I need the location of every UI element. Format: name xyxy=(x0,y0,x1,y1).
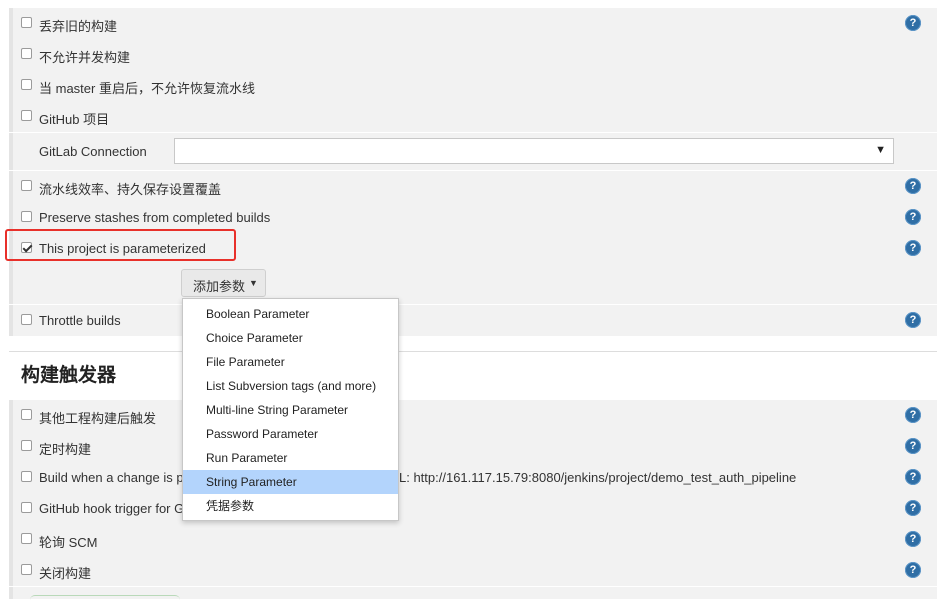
row-indicator xyxy=(9,431,13,462)
menu-item-boolean[interactable]: Boolean Parameter xyxy=(183,302,398,326)
option-row-no-resume: 当 master 重启后，不允许恢复流水线 xyxy=(9,70,937,101)
section-divider xyxy=(9,351,937,352)
option-row-pipeline-speed: 流水线效率、持久保存设置覆盖 ? xyxy=(9,171,937,202)
row-indicator xyxy=(9,39,13,70)
row-indicator xyxy=(9,101,13,132)
discard-old-label: 丢弃旧的构建 xyxy=(39,19,118,34)
row-indicator xyxy=(9,555,13,586)
row-indicator xyxy=(9,70,13,101)
add-parameter-label: 添加参数 xyxy=(193,279,246,294)
help-icon[interactable]: ? xyxy=(905,469,921,485)
parameter-area xyxy=(9,264,937,304)
help-icon[interactable]: ? xyxy=(905,178,921,194)
gitlab-connection-label: GitLab Connection xyxy=(39,144,147,159)
preserve-stashes-label: Preserve stashes from completed builds xyxy=(39,210,271,225)
trigger-row-scheduled: 定时构建 ? xyxy=(9,431,937,462)
help-icon[interactable]: ? xyxy=(905,240,921,256)
after-other-label: 其他工程构建后触发 xyxy=(39,411,157,426)
add-parameter-menu: Boolean Parameter Choice Parameter File … xyxy=(182,298,399,521)
row-indicator xyxy=(9,8,13,39)
github-project-label: GitHub 项目 xyxy=(39,112,110,127)
highlight-annotation-box xyxy=(5,229,236,261)
no-resume-checkbox[interactable] xyxy=(21,79,32,90)
row-indicator xyxy=(9,587,13,599)
trigger-row-build-on-change: Build when a change is p L: http://161.1… xyxy=(9,462,937,493)
preserve-stashes-checkbox[interactable] xyxy=(21,211,32,222)
after-other-checkbox[interactable] xyxy=(21,409,32,420)
menu-item-multiline-string[interactable]: Multi-line String Parameter xyxy=(183,398,398,422)
row-indicator xyxy=(9,264,13,304)
menu-item-string[interactable]: String Parameter xyxy=(183,470,398,494)
option-row-no-concurrent: 不允许并发构建 xyxy=(9,39,937,70)
throttle-checkbox[interactable] xyxy=(21,314,32,325)
no-resume-label: 当 master 重启后，不允许恢复流水线 xyxy=(39,81,255,96)
no-concurrent-checkbox[interactable] xyxy=(21,48,32,59)
discard-old-checkbox[interactable] xyxy=(21,17,32,28)
partial-element xyxy=(30,595,180,600)
poll-scm-label: 轮询 SCM xyxy=(39,535,98,550)
help-icon[interactable]: ? xyxy=(905,531,921,547)
disable-build-label: 关闭构建 xyxy=(39,566,92,581)
option-row-discard-old: 丢弃旧的构建 ? xyxy=(9,8,937,39)
menu-item-credentials[interactable]: 凭据参数 xyxy=(183,494,398,518)
row-indicator xyxy=(9,493,13,524)
trigger-row-disable-build: 关闭构建 ? xyxy=(9,555,937,586)
build-on-change-checkbox[interactable] xyxy=(21,471,32,482)
scheduled-label: 定时构建 xyxy=(39,442,92,457)
section-title-triggers: 构建触发器 xyxy=(21,365,117,386)
option-row-throttle: Throttle builds ? xyxy=(9,305,937,336)
help-icon[interactable]: ? xyxy=(905,407,921,423)
build-on-change-label: Build when a change is p xyxy=(39,470,184,485)
help-icon[interactable]: ? xyxy=(905,562,921,578)
gitlab-connection-row: GitLab Connection ▼ xyxy=(9,133,937,170)
help-icon[interactable]: ? xyxy=(905,312,921,328)
github-hook-label: GitHub hook trigger for G xyxy=(39,501,185,516)
menu-item-file[interactable]: File Parameter xyxy=(183,350,398,374)
menu-item-run[interactable]: Run Parameter xyxy=(183,446,398,470)
trigger-row-github-hook: GitHub hook trigger for G ? xyxy=(9,493,937,524)
menu-item-choice[interactable]: Choice Parameter xyxy=(183,326,398,350)
menu-item-list-subversion[interactable]: List Subversion tags (and more) xyxy=(183,374,398,398)
pipeline-speed-label: 流水线效率、持久保存设置覆盖 xyxy=(39,182,222,197)
row-indicator xyxy=(9,524,13,555)
row-indicator xyxy=(9,171,13,202)
help-icon[interactable]: ? xyxy=(905,209,921,225)
gitlab-connection-select[interactable]: ▼ xyxy=(174,138,894,164)
option-row-github-project: GitHub 项目 xyxy=(9,101,937,132)
disable-build-checkbox[interactable] xyxy=(21,564,32,575)
pipeline-speed-checkbox[interactable] xyxy=(21,180,32,191)
build-on-change-url: L: http://161.117.15.79:8080/jenkins/pro… xyxy=(399,470,797,485)
row-indicator xyxy=(9,462,13,493)
poll-scm-checkbox[interactable] xyxy=(21,533,32,544)
throttle-label: Throttle builds xyxy=(39,313,121,328)
row-indicator xyxy=(9,133,13,170)
menu-item-password[interactable]: Password Parameter xyxy=(183,422,398,446)
trigger-row-after-other: 其他工程构建后触发 ? xyxy=(9,400,937,431)
github-project-checkbox[interactable] xyxy=(21,110,32,121)
row-indicator xyxy=(9,400,13,431)
dropdown-arrow-icon: ▼ xyxy=(875,144,886,156)
no-concurrent-label: 不允许并发构建 xyxy=(39,50,131,65)
scheduled-checkbox[interactable] xyxy=(21,440,32,451)
caret-down-icon: ▼ xyxy=(249,278,258,288)
help-icon[interactable]: ? xyxy=(905,500,921,516)
github-hook-checkbox[interactable] xyxy=(21,502,32,513)
add-parameter-button[interactable]: 添加参数 ▼ xyxy=(181,269,266,297)
trigger-row-poll-scm: 轮询 SCM ? xyxy=(9,524,937,555)
help-icon[interactable]: ? xyxy=(905,438,921,454)
row-indicator xyxy=(9,305,13,336)
help-icon[interactable]: ? xyxy=(905,15,921,31)
